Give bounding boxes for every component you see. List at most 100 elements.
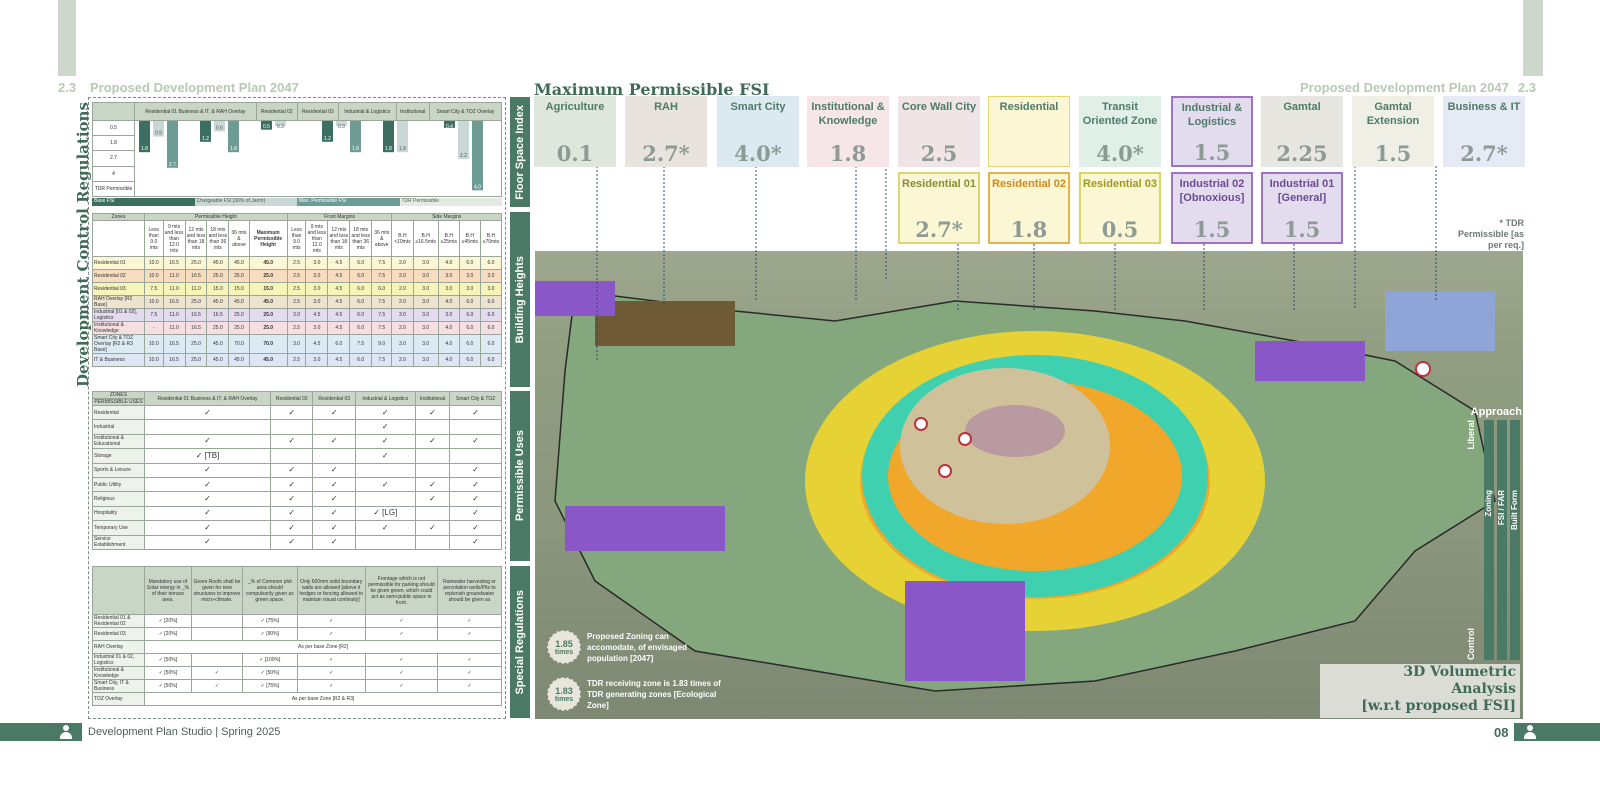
uses-col-5: Smart City & TOZ (449, 391, 502, 406)
fsi-bar-label-13: 0.4 (446, 124, 453, 130)
ht-cell: 25.0 (228, 321, 250, 335)
heights-table-wrap: Zones Permissible Height Front Margins Side… (92, 213, 503, 367)
uses-label: PERMISSIBLE USES (92, 398, 145, 406)
sp-cell: ✓ (436, 666, 503, 680)
table-row: Industrial 01 & 02, Logistics ✓ [50%] ✓ [1… (92, 653, 503, 667)
uses-cell: ✓ (449, 534, 502, 550)
sp-zone-4: Institutional & Knowledge (92, 666, 145, 680)
sp-cell: ✓ (190, 679, 244, 693)
ht-cell: 3.0 (437, 308, 460, 322)
uses-col-1: Residential 02 (270, 391, 314, 406)
approach-panel: Approach Liberal Control Zoning FSI / FA… (1466, 406, 1522, 662)
uses-cell (449, 419, 502, 435)
ht-cell: 7.5 (371, 353, 393, 367)
sp-col-4: Frontage which is not permissible for pa… (364, 566, 438, 615)
ht-cell: 7.5 (144, 282, 164, 296)
fsi-tile-1: RAH 2.7* (625, 96, 707, 167)
uses-cell: ✓ (354, 404, 416, 421)
ht-cell: 3.0 (305, 321, 329, 335)
ht-cell: 2.0 (391, 321, 414, 335)
ht-cell: 25.0 (184, 334, 208, 354)
special-table-wrap: Mandatory use of Solar energy in _% of t… (92, 566, 503, 706)
sp-zone-1: Residential 03 (92, 627, 145, 641)
sp-zone-5: Smart City, IT & Business (92, 679, 145, 693)
sp-col-2: _% of Common plot area should compulsori… (242, 566, 298, 615)
sp-cell: ✓ [20%] (144, 614, 192, 628)
ht-col-12: B.H ≥16.5mts (412, 220, 439, 257)
table-row: Residential 03 ✓ [20%] ✓ [90%] ✓ ✓ ✓ (92, 627, 503, 641)
uses-cell: ✓ (270, 462, 314, 478)
ht-col-10: 36 mts & above (371, 220, 393, 257)
uses-cell: ✓ (143, 520, 272, 536)
uses-cell (270, 419, 314, 435)
badge-2-circle: 1.83 times (547, 677, 581, 711)
sp-cell: ✓ (190, 666, 244, 680)
ht-cell: 6.0 (479, 321, 503, 335)
ht-cell: 6.0 (349, 269, 373, 283)
ht-cell: 6.0 (479, 256, 503, 270)
ht-cell: 6.0 (458, 295, 481, 309)
ht-cell: 2.0 (391, 269, 414, 283)
fsi-bar-label-14: 2.2 (460, 153, 467, 159)
uses-cell (414, 448, 451, 464)
sp-cell: ✓ (436, 653, 503, 667)
uses-cell (414, 462, 451, 478)
ht-cell: 15.0 (228, 282, 250, 296)
uses-cell: ✓ (143, 505, 272, 522)
ht-cell: 45.0 (206, 353, 230, 367)
uses-cell: ✓ (143, 491, 272, 507)
uses-table-wrap: ZONES Residential 01 Business & IT, & RAH… (92, 391, 502, 550)
sp-zone-0: Residential 01 & Residential 02 (92, 614, 145, 628)
ht-cell: 3.0 (286, 308, 307, 322)
uses-cell: ✓ (270, 404, 314, 421)
fsi-zone-0: Residential 01 Business & IT, & RAH Over… (134, 102, 257, 121)
section-fsi: Floor Space Index (510, 97, 530, 207)
header-right-title: Proposed Development Plan 2047 (1300, 80, 1509, 95)
ht-cell: 45.0 (248, 256, 288, 270)
ht-cell: 6.0 (479, 353, 503, 367)
sub-tile-value-4: 1.5 (1283, 217, 1321, 242)
sp-cell: ✓ (364, 666, 438, 680)
ht-cell: 3.0 (437, 269, 460, 283)
uses-cell: ✓ (449, 520, 502, 536)
ht-group-1: Permissible Height (144, 213, 288, 221)
fsi-zone-4: Institutional (395, 102, 430, 121)
uses-cell (354, 534, 416, 550)
ht-cell: 25.0 (228, 269, 250, 283)
fsi-tile-value-4: 2.5 (920, 141, 958, 166)
section-heights: Building Heights (510, 212, 530, 387)
sp-cell: ✓ (296, 666, 366, 680)
fsi-row-2: 2.7 (92, 150, 135, 167)
fsi-zone-3: Industrial & Logistics (337, 102, 397, 121)
ht-cell: 6.0 (349, 321, 373, 335)
sub-tile-1: Residential 02 1.8 (988, 172, 1070, 244)
ht-cell: 3.0 (479, 282, 503, 296)
legend-tdr: TDR Permissible (399, 198, 502, 206)
ht-cell: 15.0 (248, 282, 288, 296)
sp-cell: ✓ [50%] (144, 666, 192, 680)
ht-cell: 6.0 (479, 334, 503, 354)
ht-cell: 25.0 (228, 308, 250, 322)
ht-cell: 4.5 (305, 334, 329, 354)
sub-tile-name-1: Residential 02 (992, 178, 1066, 190)
ht-cell: 6.0 (349, 353, 373, 367)
ht-cell: 3.0 (305, 256, 329, 270)
fsi-tile-5: Residential (988, 96, 1070, 167)
sp-cell: ✓ [50%] (144, 679, 192, 693)
sub-tile-name-4: Industrial 01 [General] (1269, 178, 1335, 204)
table-row: Residential 01 10.0 16.5 25.0 45.0 45.0 45.0 2.… (92, 256, 503, 270)
uses-cell: ✓ (449, 462, 502, 478)
fsi-tile-name-6: Transit Oriented Zone (1082, 101, 1158, 127)
sp-col-0: Mandatory use of Solar energy in _% of t… (144, 566, 192, 615)
ht-col-9: 18 mts and less than 36 mts (349, 220, 373, 257)
ht-cell: 10.0 (144, 256, 164, 270)
ht-cell: 11.0 (162, 282, 186, 296)
ht-col-8: 12 mts and less than 18 mts (327, 220, 351, 257)
sub-tile-value-0: 2.7* (915, 217, 963, 242)
heritage-icon-2 (958, 432, 972, 446)
sp-col-1: Green Roofs shall be given for new struc… (190, 566, 244, 615)
fsi-tile-value-10: 2.7* (1460, 141, 1508, 166)
ht-cell: 7.5 (371, 321, 393, 335)
ht-cell: 25.0 (248, 321, 288, 335)
sp-cell: ✓ [75%] (242, 679, 298, 693)
